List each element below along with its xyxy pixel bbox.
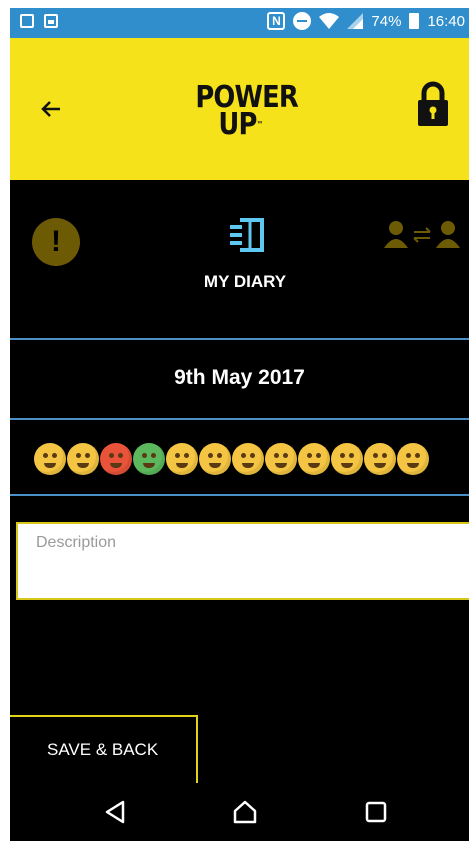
mood-grimacing-icon[interactable] xyxy=(364,443,396,475)
image-icon xyxy=(44,14,58,28)
wifi-icon xyxy=(319,13,340,29)
back-arrow-icon[interactable] xyxy=(36,94,66,124)
status-bar: N 74% 16:40 xyxy=(10,8,469,38)
nav-recents-icon[interactable] xyxy=(363,799,389,825)
mood-sleepy-icon[interactable] xyxy=(34,443,66,475)
do-not-disturb-icon xyxy=(293,12,312,30)
divider xyxy=(10,494,469,496)
mood-relieved-icon[interactable] xyxy=(298,443,330,475)
signal-icon xyxy=(347,13,364,29)
sim-icon xyxy=(20,14,34,28)
nav-home-icon[interactable] xyxy=(232,799,258,825)
feature-nav: ! MY DIARY xyxy=(10,180,469,338)
my-diary-label[interactable]: MY DIARY xyxy=(160,272,330,292)
divider xyxy=(10,338,469,340)
mood-crying-icon[interactable] xyxy=(199,443,231,475)
nfc-icon: N xyxy=(267,12,286,30)
diary-icon[interactable] xyxy=(228,218,266,252)
nav-back-icon[interactable] xyxy=(102,799,128,825)
entry-date[interactable]: 9th May 2017 xyxy=(10,366,469,390)
mood-tongue-out-icon[interactable] xyxy=(265,443,297,475)
clock: 16:40 xyxy=(427,12,465,30)
logo-line-2: UP™ xyxy=(218,107,263,142)
divider xyxy=(10,418,469,420)
mood-selector xyxy=(34,443,469,483)
mood-screaming-icon[interactable] xyxy=(397,443,429,475)
swap-users-icon[interactable] xyxy=(384,220,464,250)
alert-icon[interactable]: ! xyxy=(32,218,80,266)
app-screen: N 74% 16:40 POWER UP™ ! MY DIARY 9th May… xyxy=(10,8,469,841)
power-up-logo: POWER UP™ xyxy=(195,83,298,142)
system-nav-bar xyxy=(10,783,469,841)
save-and-back-button[interactable]: SAVE & BACK xyxy=(10,715,198,783)
description-box xyxy=(16,522,469,600)
mood-grinning-icon[interactable] xyxy=(232,443,264,475)
mood-sick-green-icon[interactable] xyxy=(133,443,165,475)
mood-flushed-icon[interactable] xyxy=(166,443,198,475)
description-input[interactable] xyxy=(18,524,469,562)
mood-angry-red-icon[interactable] xyxy=(100,443,132,475)
battery-percent: 74% xyxy=(371,12,402,30)
mood-blushing-icon[interactable] xyxy=(331,443,363,475)
mood-angry-yellow-icon[interactable] xyxy=(67,443,99,475)
battery-icon xyxy=(409,13,420,29)
app-header: POWER UP™ xyxy=(10,38,469,180)
lock-icon[interactable] xyxy=(415,80,451,128)
